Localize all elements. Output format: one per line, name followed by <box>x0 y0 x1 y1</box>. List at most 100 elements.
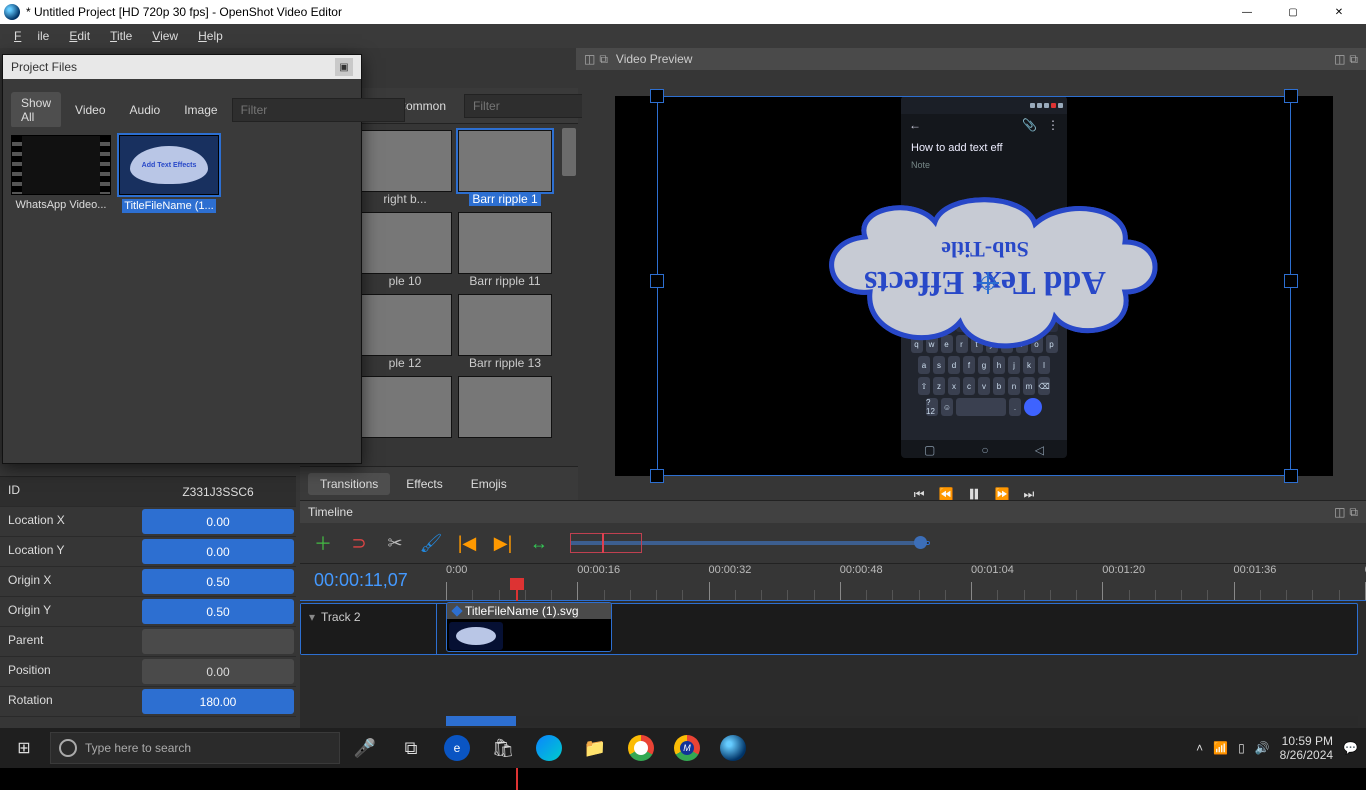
current-time: 00:00:11,07 <box>314 570 408 591</box>
pf-tab-video[interactable]: Video <box>65 99 115 121</box>
taskview-icon[interactable]: ⧉ <box>388 728 434 768</box>
window-title: * Untitled Project [HD 720p 30 fps] - Op… <box>26 5 342 19</box>
menu-help[interactable]: Help <box>190 27 231 45</box>
prop-val-locx[interactable]: 0.00 <box>142 509 294 534</box>
project-files-list[interactable]: WhatsApp Video... Add Text Effects Title… <box>3 127 361 463</box>
handle-br[interactable] <box>1284 469 1298 483</box>
openshot-taskbar-icon[interactable] <box>710 728 756 768</box>
handle-bl[interactable] <box>650 469 664 483</box>
project-file-item[interactable]: WhatsApp Video... <box>11 135 111 211</box>
marker-button[interactable]: 🖌 <box>420 532 442 554</box>
timeline-hscroll[interactable] <box>446 716 1358 726</box>
timeline-tracks[interactable]: ▾Track 2 TitleFileName (1).svg <box>300 601 1366 728</box>
close-icon[interactable]: ⧉ <box>1349 52 1358 67</box>
tab-effects[interactable]: Effects <box>394 473 454 495</box>
store-icon[interactable]: 🛍 <box>480 728 526 768</box>
center-button[interactable]: ↔ <box>528 532 550 554</box>
edge-icon[interactable] <box>526 728 572 768</box>
transition-item[interactable] <box>358 376 452 438</box>
playhead[interactable] <box>510 578 524 590</box>
tab-emojis[interactable]: Emojis <box>459 473 519 495</box>
video-preview-panel: ◫⧉ Video Preview ◫⧉ ←📎⋮ How to add text … <box>582 88 1366 500</box>
pf-filter-input[interactable] <box>232 98 405 122</box>
forward-button[interactable]: ⏩ <box>995 487 1010 501</box>
search-placeholder: Type here to search <box>85 741 191 755</box>
transform-box[interactable] <box>657 96 1291 476</box>
snap-button[interactable]: ⊃ <box>348 532 370 554</box>
tray-chevron-icon[interactable]: ˄ <box>1196 741 1203 755</box>
notifications-icon[interactable]: 💬 <box>1343 741 1358 755</box>
file-thumb <box>11 135 111 195</box>
zoom-window[interactable] <box>570 533 642 553</box>
project-files-title: Project Files <box>11 60 77 74</box>
dock-icon[interactable]: ◫ <box>1334 505 1345 520</box>
transition-item[interactable]: Barr ripple 13 <box>458 294 552 370</box>
transition-item[interactable]: ple 12 <box>358 294 452 370</box>
prop-val-locy[interactable]: 0.00 <box>142 539 294 564</box>
window-close-button[interactable]: ✕ <box>1316 0 1362 24</box>
prop-val-origx[interactable]: 0.50 <box>142 569 294 594</box>
menu-file[interactable]: File <box>6 27 57 45</box>
pf-tab-audio[interactable]: Audio <box>120 99 171 121</box>
tray-time: 10:59 PM <box>1280 734 1333 748</box>
pf-tab-showall[interactable]: Show All <box>11 92 61 128</box>
project-files-close-button[interactable]: ▣ <box>335 58 353 76</box>
menu-bar: File Edit Title View Help <box>0 24 1366 48</box>
prop-key: Origin X <box>0 567 140 596</box>
dock-icon[interactable]: ◫ <box>584 52 595 67</box>
explorer-icon[interactable]: 📁 <box>572 728 618 768</box>
timeline-zoom-slider[interactable] <box>570 533 930 553</box>
tab-transitions[interactable]: Transitions <box>308 473 390 495</box>
ruler-tick: 00:00:32 <box>709 564 752 576</box>
prop-val-rot[interactable]: 180.00 <box>142 689 294 714</box>
taskbar-search[interactable]: Type here to search <box>50 732 340 764</box>
tray-battery-icon[interactable]: ▯ <box>1238 741 1245 755</box>
pf-tab-image[interactable]: Image <box>174 99 227 121</box>
project-files-panel[interactable]: Project Files ▣ Show All Video Audio Ima… <box>2 54 362 464</box>
chevron-down-icon[interactable]: ▾ <box>309 610 315 624</box>
ruler-tick: 00:01:36 <box>1234 564 1277 576</box>
prop-val-origy[interactable]: 0.50 <box>142 599 294 624</box>
prop-key: Location Y <box>0 537 140 566</box>
transition-item[interactable]: Barr ripple 1 <box>458 130 552 206</box>
mic-icon[interactable]: 🎤 <box>342 728 388 768</box>
windows-taskbar: ⊞ Type here to search 🎤 ⧉ e 🛍 📁 M ˄ 📶 ▯ … <box>0 728 1366 768</box>
tray-wifi-icon[interactable]: 📶 <box>1213 741 1228 755</box>
menu-title[interactable]: Title <box>102 27 140 45</box>
edge-legacy-icon[interactable]: e <box>434 728 480 768</box>
rewind-button[interactable]: ⏪ <box>939 487 954 501</box>
cortana-icon <box>59 739 77 757</box>
start-button[interactable]: ⊞ <box>0 728 48 768</box>
chrome-profile-icon[interactable]: M <box>664 728 710 768</box>
transition-item[interactable]: Barr ripple 11 <box>458 212 552 288</box>
timeline-clip[interactable]: TitleFileName (1).svg <box>446 602 612 652</box>
window-maximize-button[interactable]: ▢ <box>1270 0 1316 24</box>
dock-icon[interactable]: ◫ <box>1334 52 1345 67</box>
razor-button[interactable]: ✂ <box>384 532 406 554</box>
next-marker-button[interactable]: ▶| <box>492 532 514 554</box>
prop-val-pos[interactable]: 0.00 <box>142 659 294 684</box>
transition-item[interactable] <box>458 376 552 438</box>
project-file-item[interactable]: Add Text Effects TitleFileName (1... <box>119 135 219 216</box>
handle-mr[interactable] <box>1284 274 1298 288</box>
handle-tr[interactable] <box>1284 89 1298 103</box>
prop-val-parent[interactable] <box>142 629 294 654</box>
chrome-icon[interactable] <box>618 728 664 768</box>
timeline-ruler[interactable]: 00:00:11,07 0:0000:00:1600:00:3200:00:48… <box>300 563 1366 601</box>
app-logo-icon <box>4 4 20 20</box>
undock-icon[interactable]: ⧉ <box>599 52 608 67</box>
menu-edit[interactable]: Edit <box>61 27 98 45</box>
add-track-button[interactable]: ＋ <box>312 532 334 554</box>
transition-item[interactable]: right b... <box>358 130 452 206</box>
tray-volume-icon[interactable]: 🔊 <box>1255 741 1270 755</box>
transition-item[interactable]: ple 10 <box>358 212 452 288</box>
handle-ml[interactable] <box>650 274 664 288</box>
menu-view[interactable]: View <box>144 27 186 45</box>
preview-canvas[interactable]: ←📎⋮ How to add text eff Note 1234567890 … <box>615 96 1333 476</box>
window-minimize-button[interactable]: — <box>1224 0 1270 24</box>
undock-icon[interactable]: ⧉ <box>1349 505 1358 520</box>
prop-header-key: ID <box>0 477 140 506</box>
tray-clock[interactable]: 10:59 PM 8/26/2024 <box>1280 734 1333 762</box>
handle-tl[interactable] <box>650 89 664 103</box>
prev-marker-button[interactable]: |◀ <box>456 532 478 554</box>
